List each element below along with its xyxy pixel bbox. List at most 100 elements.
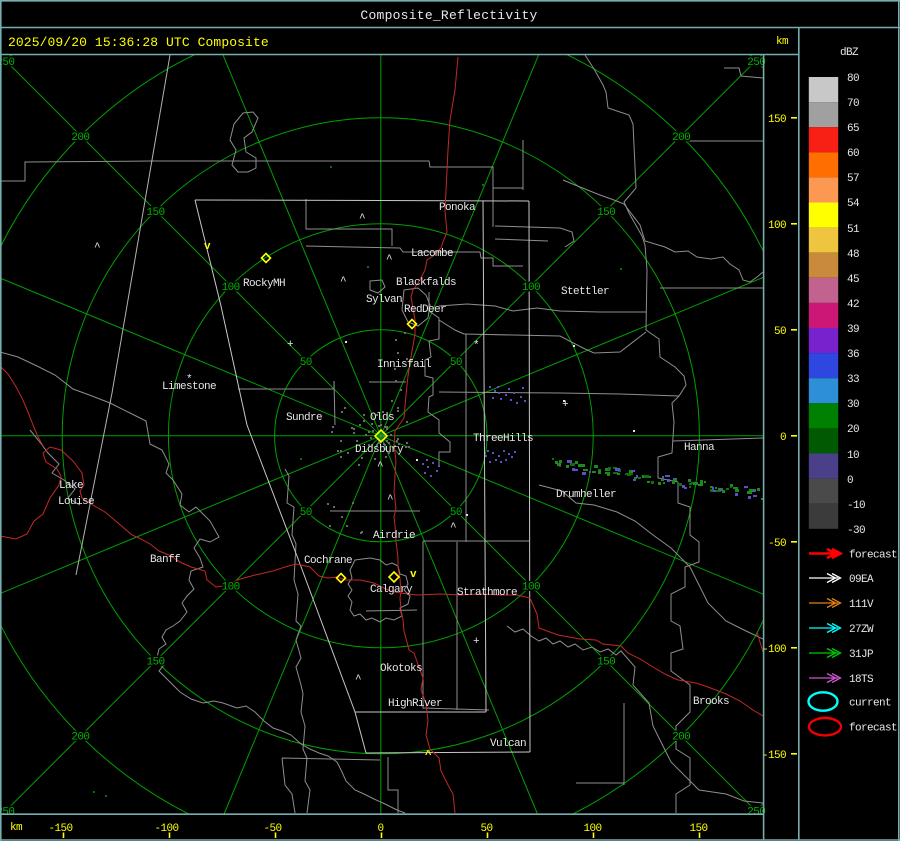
svg-text:Cochrane: Cochrane (304, 555, 352, 567)
svg-text:200: 200 (672, 132, 690, 144)
svg-text:111V: 111V (849, 599, 874, 611)
svg-text:27ZW: 27ZW (849, 624, 874, 636)
svg-text:^: ^ (359, 213, 365, 225)
svg-text:20: 20 (847, 424, 859, 436)
svg-text:*: * (186, 374, 192, 386)
svg-text:Airdrie: Airdrie (373, 530, 415, 542)
svg-text:57: 57 (847, 173, 859, 185)
svg-text:0: 0 (780, 432, 786, 444)
svg-text:Louise: Louise (58, 496, 94, 508)
svg-text:60: 60 (847, 148, 859, 160)
svg-text:Composite_Reflectivity: Composite_Reflectivity (360, 8, 537, 23)
svg-text:Sylvan: Sylvan (366, 294, 402, 306)
svg-text:^: ^ (94, 242, 100, 254)
svg-text:65: 65 (847, 123, 859, 135)
svg-text:150: 150 (147, 657, 165, 669)
svg-text:0: 0 (377, 823, 383, 835)
svg-text:km: km (10, 822, 23, 834)
svg-text:-30: -30 (847, 525, 865, 537)
svg-text:+: + (287, 339, 293, 351)
svg-text:-50: -50 (263, 823, 281, 835)
svg-text:250: 250 (0, 57, 14, 69)
svg-text:Strathmore: Strathmore (457, 587, 517, 599)
svg-text:-100: -100 (154, 823, 178, 835)
svg-text:100: 100 (522, 582, 540, 594)
svg-text:100: 100 (583, 823, 601, 835)
svg-text:current: current (849, 698, 891, 710)
svg-text:Banff: Banff (150, 554, 180, 566)
svg-text:^: ^ (377, 461, 383, 473)
svg-text:^: ^ (386, 254, 392, 266)
svg-text:33: 33 (847, 374, 859, 386)
svg-text:Stettler: Stettler (561, 286, 609, 298)
svg-text:50: 50 (300, 357, 312, 369)
svg-text:-50: -50 (768, 538, 786, 550)
svg-text:2025/09/20 15:36:28 UTC Compos: 2025/09/20 15:36:28 UTC Composite (8, 35, 269, 50)
svg-text:v: v (204, 241, 211, 253)
svg-text:150: 150 (768, 114, 786, 126)
svg-text:31JP: 31JP (849, 649, 874, 661)
svg-text:80: 80 (847, 73, 859, 85)
svg-text:51: 51 (847, 224, 860, 236)
svg-text:Calgary: Calgary (370, 584, 413, 596)
svg-text:RedDeer: RedDeer (404, 304, 446, 316)
svg-text:^: ^ (387, 494, 393, 506)
svg-text:Didsbury: Didsbury (355, 444, 404, 456)
svg-text:km: km (776, 36, 789, 48)
svg-text:ThreeHills: ThreeHills (473, 433, 533, 445)
svg-text:forecast: forecast (849, 723, 897, 735)
svg-text:70: 70 (847, 98, 859, 110)
svg-text:-100: -100 (762, 644, 786, 656)
svg-text:forecast: forecast (849, 550, 897, 562)
svg-text:150: 150 (597, 657, 615, 669)
svg-text:50: 50 (300, 507, 312, 519)
svg-text:Vulcan: Vulcan (490, 738, 526, 750)
svg-text:^: ^ (355, 674, 361, 686)
svg-text:Brooks: Brooks (693, 696, 729, 708)
svg-text:150: 150 (597, 207, 615, 219)
svg-text:Innisfail: Innisfail (377, 359, 431, 371)
svg-text:50: 50 (774, 326, 786, 338)
svg-text:100: 100 (222, 582, 240, 594)
svg-text:45: 45 (847, 274, 859, 286)
svg-text:Hanna: Hanna (684, 442, 715, 454)
svg-text:250: 250 (747, 807, 765, 819)
svg-text:dBZ: dBZ (840, 47, 859, 59)
svg-text:*: * (473, 340, 479, 352)
svg-text:50: 50 (450, 507, 462, 519)
svg-text:Sundre: Sundre (286, 412, 322, 424)
svg-text:250: 250 (0, 807, 14, 819)
svg-text:100: 100 (768, 220, 786, 232)
svg-text:200: 200 (672, 732, 690, 744)
svg-text:18TS: 18TS (849, 674, 874, 686)
svg-text:100: 100 (222, 282, 240, 294)
svg-text:48: 48 (847, 249, 859, 261)
svg-text:250: 250 (747, 57, 765, 69)
svg-text:150: 150 (147, 207, 165, 219)
svg-text:50: 50 (480, 823, 492, 835)
svg-text:0: 0 (847, 475, 853, 487)
svg-text:54: 54 (847, 198, 860, 210)
svg-text:v: v (410, 569, 417, 581)
svg-text:Okotoks: Okotoks (380, 663, 422, 675)
svg-text:50: 50 (450, 357, 462, 369)
svg-text:36: 36 (847, 349, 859, 361)
svg-text:RockyMH: RockyMH (243, 278, 285, 290)
svg-text:^: ^ (340, 276, 346, 288)
svg-text:^: ^ (425, 750, 432, 762)
svg-text:10: 10 (847, 450, 859, 462)
svg-text:+: + (473, 636, 479, 648)
svg-text:Lacombe: Lacombe (411, 248, 453, 260)
svg-text:09EA: 09EA (849, 574, 874, 586)
svg-text:42: 42 (847, 299, 859, 311)
svg-text:Ponoka: Ponoka (439, 202, 476, 214)
svg-text:150: 150 (689, 823, 707, 835)
svg-text:39: 39 (847, 324, 859, 336)
svg-text:-10: -10 (847, 500, 865, 512)
svg-text:Drumheller: Drumheller (556, 489, 616, 501)
svg-text:^: ^ (450, 522, 456, 534)
svg-text:Lake: Lake (59, 480, 83, 492)
svg-text:100: 100 (522, 282, 540, 294)
svg-text:Blackfalds: Blackfalds (396, 277, 456, 289)
svg-text:Olds: Olds (370, 412, 394, 424)
